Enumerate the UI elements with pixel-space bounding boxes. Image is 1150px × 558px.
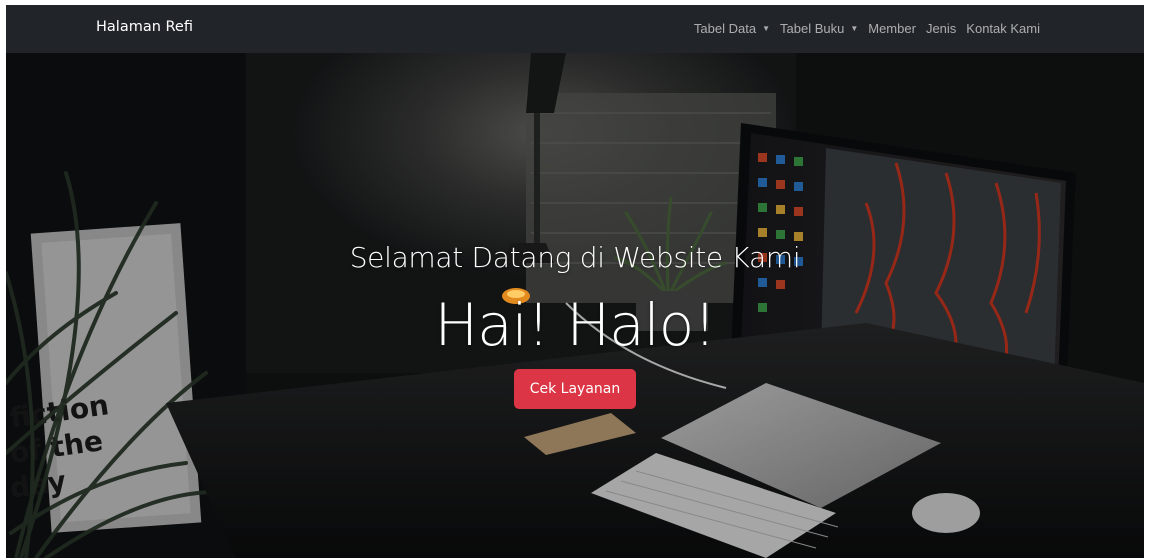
nav-item-tabel-buku[interactable]: Tabel Buku ▼ <box>780 21 858 36</box>
nav-item-label: Tabel Data <box>693 21 757 36</box>
cek-layanan-button[interactable]: Cek Layanan <box>514 369 636 409</box>
hero-title: Hai! Halo! <box>434 291 717 359</box>
top-navbar: Halaman Refi Tabel Data ▼ Tabel Buku ▼ Mem… <box>6 5 1144 53</box>
hero-content: Selamat Datang di Website Kami Hai! Halo… <box>6 53 1144 558</box>
navbar-brand[interactable]: Halaman Refi <box>96 19 193 35</box>
caret-down-icon: ▼ <box>762 24 770 33</box>
nav-item-member[interactable]: Member <box>868 21 916 36</box>
hero-section: fiction of the day Selamat Datang di Web… <box>6 53 1144 558</box>
caret-down-icon: ▼ <box>850 24 859 33</box>
nav-item-jenis[interactable]: Jenis <box>926 21 956 36</box>
nav-item-tabel-data[interactable]: Tabel Data ▼ <box>694 21 770 36</box>
nav-menu: Tabel Data ▼ Tabel Buku ▼ Member Jenis Kon… <box>694 21 1040 36</box>
hero-subtitle: Selamat Datang di Website Kami <box>349 241 801 274</box>
browser-viewport: Halaman Refi Tabel Data ▼ Tabel Buku ▼ Mem… <box>6 5 1144 558</box>
nav-item-kontak-kami[interactable]: Kontak Kami <box>966 21 1040 36</box>
nav-item-label: Tabel Buku <box>780 21 845 36</box>
